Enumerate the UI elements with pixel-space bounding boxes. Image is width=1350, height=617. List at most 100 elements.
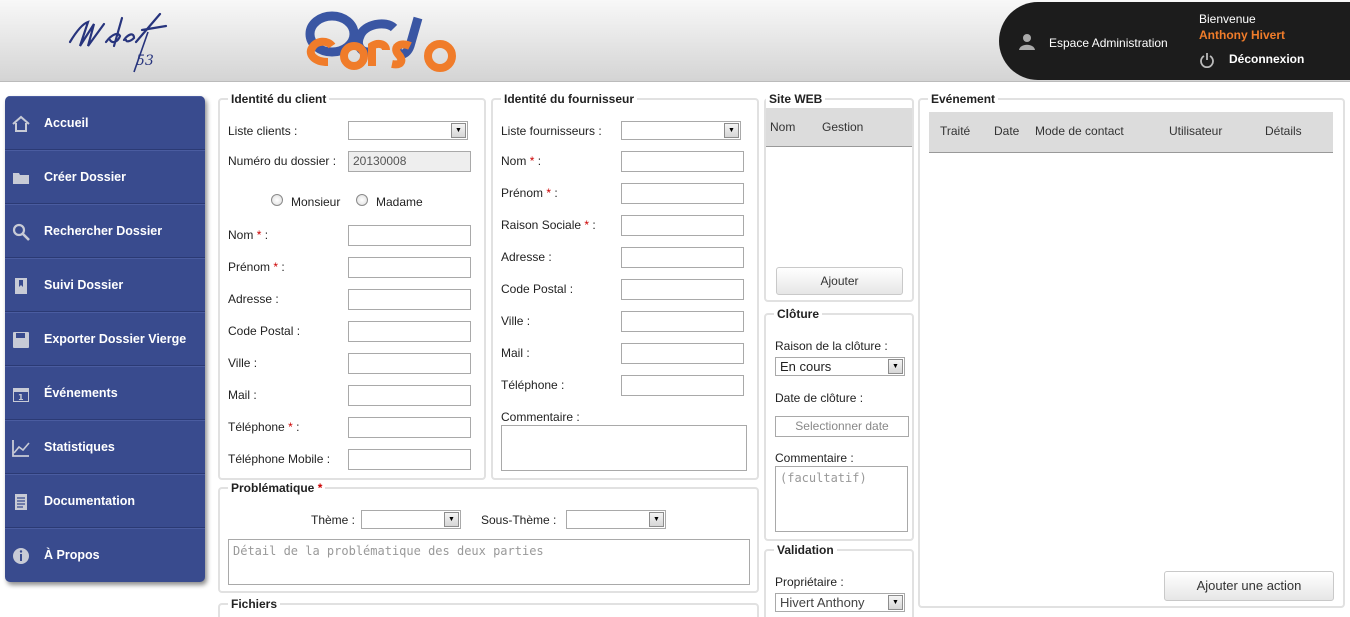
power-icon[interactable] [1199,52,1215,68]
closure-date-field[interactable]: Selectionner date [775,416,909,437]
welcome-text: Bienvenue [1199,12,1256,26]
madame-label: Madame [376,195,423,209]
problem-panel: Problématique * Thème : ▼ Sous-Thème : ▼… [218,481,759,593]
nav-a-propos[interactable]: À Propos [5,528,205,582]
nav-label: Statistiques [44,440,115,454]
supplier-nom-field[interactable] [621,151,744,172]
client-ville-field[interactable] [348,353,471,374]
header: 53 Espace Administration Bienvenue Antho… [0,0,1350,82]
files-legend: Fichiers [228,597,281,611]
closure-comment-textarea[interactable]: (facultatif) [775,466,908,532]
client-nom-label: Nom * : [228,228,269,242]
client-list-select[interactable]: ▼ [348,121,468,140]
ocorso-logo [305,11,456,72]
nav-exporter-dossier-vierge[interactable]: Exporter Dossier Vierge [5,312,205,366]
client-prenom-field[interactable] [348,257,471,278]
event-col-utilisateur: Utilisateur [1169,124,1223,138]
chevron-down-icon: ▼ [444,512,459,527]
client-identity-panel: Identité du client Liste clients : ▼ Num… [218,92,486,480]
add-action-button[interactable]: Ajouter une action [1164,571,1334,601]
chevron-down-icon: ▼ [649,512,664,527]
theme-select[interactable]: ▼ [361,510,461,529]
admin-panel: Espace Administration Bienvenue Anthony … [999,2,1350,80]
nav-label: Suivi Dossier [44,278,124,292]
nav-label: Rechercher Dossier [44,224,163,238]
nav-statistiques[interactable]: Statistiques [5,420,205,474]
supplier-telephone-field[interactable] [621,375,744,396]
sub-theme-select[interactable]: ▼ [566,510,666,529]
document-icon [15,494,27,510]
event-col-mode-contact: Mode de contact [1035,124,1124,138]
user-icon [1019,34,1035,50]
nav-label: Documentation [44,494,135,508]
owner-label: Propriétaire : [775,575,844,589]
supplier-ville-label: Ville : [501,314,531,328]
client-telephone-label: Téléphone * : [228,420,300,434]
nav-evenements[interactable]: 1 Événements [5,366,205,420]
theme-label: Thème : [311,513,356,527]
event-legend: Evénement [928,92,999,106]
closure-comment-label: Commentaire : [775,451,854,465]
supplier-ville-field[interactable] [621,311,744,332]
supplier-mail-field[interactable] [621,343,744,364]
admin-space-link[interactable]: Espace Administration [1049,36,1168,50]
radio-madame[interactable] [356,194,368,206]
problem-legend: Problématique * [228,481,326,495]
logout-link[interactable]: Déconnexion [1229,52,1304,66]
website-add-button[interactable]: Ajouter [776,267,903,295]
folder-icon [13,173,29,184]
supplier-telephone-label: Téléphone : [501,378,565,392]
event-table-header: Traité Date Mode de contact Utilisateur … [929,112,1333,153]
mdaf-logo [68,12,168,73]
supplier-prenom-field[interactable] [621,183,744,204]
info-icon [13,548,29,564]
event-col-details: Détails [1265,124,1302,138]
client-adresse-label: Adresse : [228,292,279,306]
supplier-identity-legend: Identité du fournisseur [501,92,638,106]
closure-reason-label: Raison de la clôture : [775,339,888,353]
client-mobile-field[interactable] [348,449,471,470]
website-table-header: Nom Gestion [766,108,912,147]
supplier-list-select[interactable]: ▼ [621,121,741,140]
nav-documentation[interactable]: Documentation [5,474,205,528]
nav-accueil[interactable]: Accueil [5,96,205,150]
website-legend: Site WEB [766,92,826,106]
nav-suivi-dossier[interactable]: Suivi Dossier [5,258,205,312]
bookmark-icon [15,278,27,294]
nav-label: À Propos [44,548,100,562]
client-list-label: Liste clients : [228,124,298,138]
client-code-postal-field[interactable] [348,321,471,342]
search-icon [12,223,30,241]
client-telephone-field[interactable] [348,417,471,438]
validation-legend: Validation [774,543,837,557]
website-panel: Site WEB Nom Gestion Ajouter [764,92,914,302]
supplier-commentaire-label: Commentaire : [501,410,580,424]
closure-date-label: Date de clôture : [775,391,864,405]
website-col-nom: Nom [770,120,796,134]
problem-detail-textarea[interactable]: Détail de la problématique des deux part… [228,539,750,585]
client-mail-field[interactable] [348,385,471,406]
client-code-postal-label: Code Postal : [228,324,301,338]
monsieur-label: Monsieur [291,195,341,209]
sub-theme-label: Sous-Thème : [481,513,557,527]
supplier-commentaire-textarea[interactable] [501,425,747,471]
supplier-adresse-field[interactable] [621,247,744,268]
radio-monsieur[interactable] [271,194,283,206]
mdaf-logo-number: 53 [136,53,154,69]
calendar-icon: 1 [13,388,29,402]
supplier-code-postal-field[interactable] [621,279,744,300]
event-panel: Evénement Traité Date Mode de contact Ut… [918,92,1345,608]
nav-creer-dossier[interactable]: Créer Dossier [5,150,205,204]
home-icon [12,115,30,132]
nav-label: Exporter Dossier Vierge [44,332,187,346]
nav-rechercher-dossier[interactable]: Rechercher Dossier [5,204,205,258]
owner-select[interactable]: Hivert Anthony ▼ [775,593,905,612]
client-adresse-field[interactable] [348,289,471,310]
event-col-traite: Traité [940,124,971,138]
case-number-label: Numéro du dossier : [228,154,337,168]
closure-reason-select[interactable]: En cours ▼ [775,357,905,376]
supplier-raison-sociale-field[interactable] [621,215,744,236]
client-nom-field[interactable] [348,225,471,246]
client-mail-label: Mail : [228,388,257,402]
chart-icon [12,440,30,457]
